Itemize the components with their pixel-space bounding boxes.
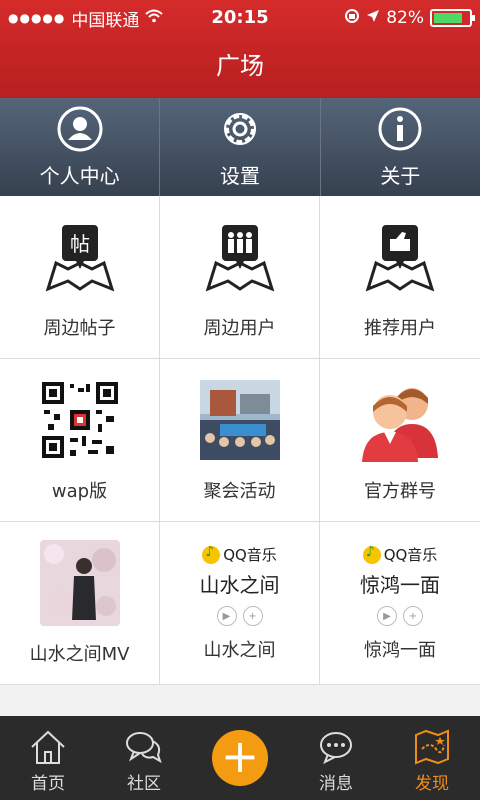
message-icon xyxy=(320,732,352,765)
grid-item-label: 推荐用户 xyxy=(364,318,436,339)
tab-label: 消息 xyxy=(319,774,353,794)
post-map-icon: 帖 xyxy=(45,225,114,292)
grid-item-label: 聚会活动 xyxy=(203,481,276,502)
bottom-tab-bar: 首页 社区 + 消息 发现 xyxy=(0,716,480,800)
wifi-icon xyxy=(145,9,164,27)
qr-code-image xyxy=(39,380,120,460)
plus-icon: + xyxy=(212,730,268,786)
quick-item-label: 关于 xyxy=(380,163,421,188)
location-arrow-icon xyxy=(366,8,380,28)
discover-map-icon xyxy=(415,729,449,765)
qq-music-brand: QQ音乐 xyxy=(383,546,438,564)
thumb-map-icon xyxy=(365,225,435,292)
tab-messages[interactable]: 消息 xyxy=(288,716,384,800)
quick-item-settings[interactable]: 设置 xyxy=(160,98,321,196)
status-bar: ●●●●● 中国联通 20:15 82% xyxy=(0,0,480,36)
tab-compose[interactable]: + xyxy=(192,716,288,800)
grid-item-label: 山水之间 xyxy=(203,640,276,661)
grid-item-label: 官方群号 xyxy=(364,481,436,502)
grid-item-wap[interactable]: wap版 xyxy=(0,359,160,522)
grid-item-label: 惊鸿一面 xyxy=(364,640,436,661)
quick-item-about[interactable]: 关于 xyxy=(321,98,480,196)
song-title: 惊鸿一面 xyxy=(360,573,440,597)
battery-percent: 82% xyxy=(386,8,424,28)
tab-discover[interactable]: 发现 xyxy=(384,716,480,800)
qq-music-brand: QQ音乐 xyxy=(223,546,277,564)
play-icon[interactable]: ▶ xyxy=(377,606,397,626)
quick-item-label: 个人中心 xyxy=(39,163,120,188)
grid-item-nearby-posts[interactable]: 帖 周边帖子 xyxy=(0,196,160,359)
quick-menu: 个人中心 设置 关于 xyxy=(0,98,480,196)
quick-item-label: 设置 xyxy=(219,163,260,188)
tab-label: 社区 xyxy=(127,774,161,794)
grid-item-label: wap版 xyxy=(51,481,108,502)
rotation-lock-icon xyxy=(344,8,360,29)
event-photo xyxy=(199,380,280,460)
qq-music-logo-icon xyxy=(202,544,221,564)
qq-music-card: QQ音乐 惊鸿一面 ▶ + xyxy=(360,544,440,626)
user-icon xyxy=(57,106,103,151)
grid-item-label: 周边帖子 xyxy=(43,318,116,339)
battery-icon xyxy=(430,9,475,27)
grid-item-mv[interactable]: 山水之间MV xyxy=(0,522,160,685)
grid-item-recommended-users[interactable]: 推荐用户 xyxy=(320,196,480,359)
grid-item-events[interactable]: 聚会活动 xyxy=(160,359,320,522)
gear-icon xyxy=(223,112,256,145)
add-icon[interactable]: + xyxy=(403,606,423,626)
page-title: 广场 xyxy=(216,52,264,80)
top-header: ●●●●● 中国联通 20:15 82% 广场 xyxy=(0,0,480,98)
tab-label: 首页 xyxy=(31,774,65,794)
grid-item-label: 周边用户 xyxy=(203,318,276,339)
qq-music-logo-icon xyxy=(362,544,381,564)
song-title: 山水之间 xyxy=(199,573,280,597)
users-map-icon xyxy=(205,225,274,292)
grid-item-nearby-users[interactable]: 周边用户 xyxy=(160,196,320,359)
tab-home[interactable]: 首页 xyxy=(0,716,96,800)
add-icon[interactable]: + xyxy=(242,606,263,626)
grid-item-song-jinghong[interactable]: QQ音乐 惊鸿一面 ▶ + 惊鸿一面 xyxy=(320,522,480,685)
grid-item-label: 山水之间MV xyxy=(29,644,130,665)
qq-music-card: QQ音乐 山水之间 ▶ + xyxy=(200,544,280,626)
svg-text:帖: 帖 xyxy=(70,232,90,256)
feature-grid: 帖 周边帖子 周边用户 推荐用户 wap版 聚会活动 官方群号 山水之间MV ♪… xyxy=(0,196,480,685)
grid-item-official-group[interactable]: 官方群号 xyxy=(320,359,480,522)
mv-photo xyxy=(39,540,120,626)
carrier-label: 中国联通 xyxy=(71,10,140,31)
signal-icon: ●●●●● xyxy=(8,11,66,25)
grid-item-song-shanshui[interactable]: QQ音乐 山水之间 ▶ + 山水之间 xyxy=(160,522,320,685)
chat-bubbles-icon xyxy=(126,732,162,764)
tab-label: 发现 xyxy=(415,774,449,794)
quick-item-profile[interactable]: 个人中心 xyxy=(0,98,161,196)
play-icon[interactable]: ▶ xyxy=(216,606,237,626)
group-avatar-icon xyxy=(362,388,438,462)
tab-community[interactable]: 社区 xyxy=(96,716,192,800)
info-icon xyxy=(378,107,422,150)
home-icon xyxy=(31,730,65,764)
